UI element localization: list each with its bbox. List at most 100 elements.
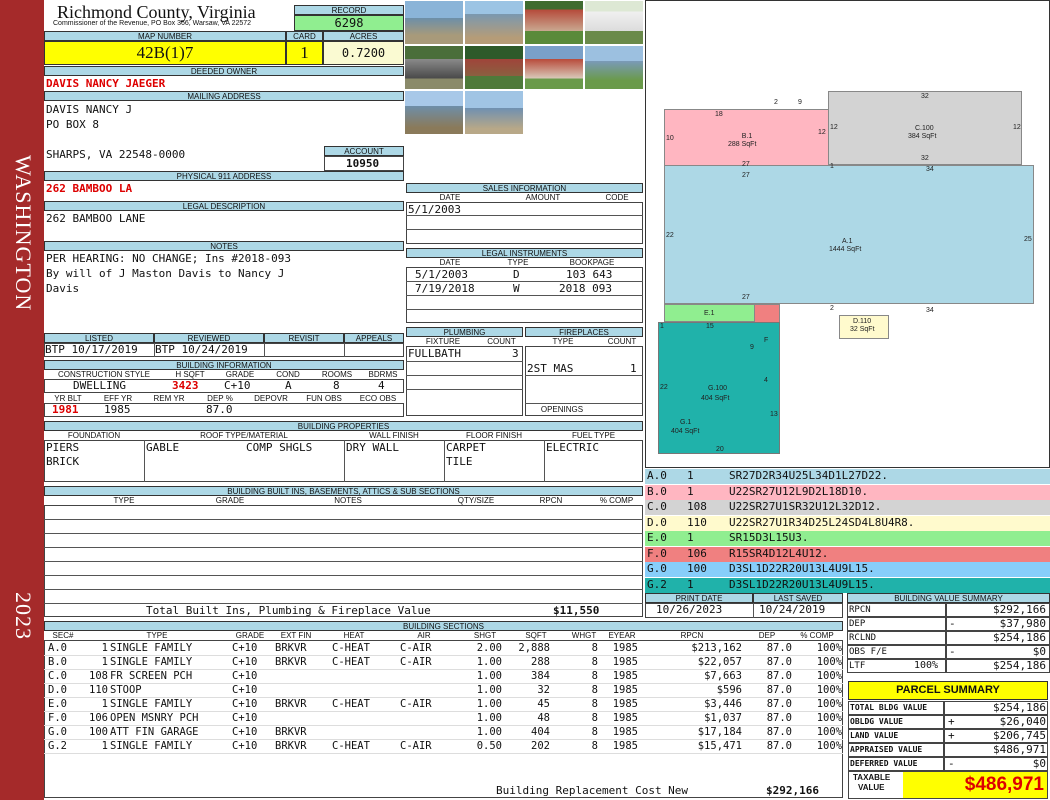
summary-share: 100% <box>914 660 939 671</box>
fuel-type-header: FUEL TYPE <box>571 431 616 440</box>
label-b1-sqft: 288 SqFt <box>728 141 757 148</box>
remodel-year-header: REM YR <box>153 394 185 403</box>
segment-number: 1 <box>687 469 694 482</box>
acres-value: 0.7200 <box>323 41 404 65</box>
foundation-1: PIERS <box>46 441 80 454</box>
section-cell: C-HEAT <box>332 642 370 654</box>
section-cell: $596 <box>716 684 742 696</box>
section-cell: 1.00 <box>476 670 502 682</box>
replacement-cost-label: Building Replacement Cost New <box>496 784 689 797</box>
section-cell: C+10 <box>232 670 258 682</box>
dim: 9 <box>750 344 754 351</box>
mailing-line-1: DAVIS NANCY J <box>46 103 133 116</box>
section-cell: C+10 <box>232 740 258 752</box>
record-label: RECORD <box>294 5 404 15</box>
label-c100: C.100 <box>915 125 934 132</box>
parcel-value: $26,040 <box>999 715 1046 728</box>
dim: 32 <box>921 93 929 100</box>
wall-finish-header: WALL FINISH <box>369 431 419 440</box>
dim: 2 <box>830 305 834 312</box>
depreciation-header: DEP % <box>207 394 233 403</box>
section-cell: 87.0 <box>766 656 792 668</box>
summary-key: RPCN <box>849 605 871 615</box>
label-g100: G.100 <box>708 385 728 392</box>
instrument-2-date: 7/19/2018 <box>415 282 475 295</box>
photo-dock <box>464 0 524 45</box>
owner-name: DAVIS NANCY JAEGER <box>46 77 166 90</box>
section-cell: 45 <box>537 698 550 710</box>
section-cell: C+10 <box>232 698 258 710</box>
bedrooms: 4 <box>378 379 385 392</box>
section-cell: C+10 <box>232 684 258 696</box>
dim: 32 <box>921 155 929 162</box>
section-cell: $17,184 <box>697 726 742 738</box>
section-cell: 1985 <box>612 656 638 668</box>
photo-waterfront <box>524 45 584 90</box>
segment-number: 1 <box>687 531 694 544</box>
floor-plan-sketch: B.1 288 SqFt C.100 384 SqFt A.1 1444 SqF… <box>645 0 1050 468</box>
section-cell: G.2 <box>48 740 67 752</box>
label-c100-sqft: 384 SqFt <box>908 133 937 140</box>
section-cell: 8 <box>591 656 598 668</box>
listed-value: BTP 10/17/2019 <box>45 343 138 356</box>
dim: 20 <box>716 446 724 453</box>
sketch-area-a1 <box>664 165 1034 304</box>
section-cell: 100% <box>816 670 842 682</box>
district-band: WASHINGTON 2023 <box>0 0 44 800</box>
segment-row: D.0 110 U22SR27U1R34D25L24SD4L8U4R8. <box>645 515 1050 532</box>
built-ins-notes-header: NOTES <box>334 496 362 505</box>
label-g1-sqft: 404 SqFt <box>671 428 700 435</box>
effective-year: 1985 <box>104 403 131 416</box>
parcel-key: TOTAL BLDG VALUE <box>850 703 928 712</box>
section-cell: BRKVR <box>275 698 307 710</box>
photo-cars <box>404 45 464 90</box>
section-cell: 87.0 <box>766 726 792 738</box>
plumbing-label: PLUMBING <box>406 327 523 337</box>
section-cell: 2,888 <box>518 642 550 654</box>
section-cell: 87.0 <box>766 670 792 682</box>
segment-number: 108 <box>687 500 707 513</box>
plumbing-count: 3 <box>512 347 519 360</box>
built-ins-type-header: TYPE <box>113 496 135 505</box>
dim: 25 <box>1024 236 1032 243</box>
section-cell: C-AIR <box>400 740 432 752</box>
sale-date: 5/1/2003 <box>408 203 461 216</box>
condition-header: COND <box>276 370 300 379</box>
acres-label: ACRES <box>323 31 404 41</box>
section-cell: E.0 <box>48 698 67 710</box>
section-cell: C+10 <box>232 642 258 654</box>
section-header: RPCN <box>680 631 704 640</box>
section-cell: 404 <box>531 726 550 738</box>
section-header: SQFT <box>525 631 547 640</box>
instrument-1-type: D <box>513 268 520 281</box>
built-ins-total: $11,550 <box>553 604 600 617</box>
label-g1: G.1 <box>680 419 692 426</box>
notes-line-2: By will of J Maston Davis to Nancy J <box>46 267 285 280</box>
dim: 27 <box>742 161 750 168</box>
label-e1: E.1 <box>704 310 715 317</box>
openings-label: OPENINGS <box>540 405 584 414</box>
section-cell: 202 <box>531 740 550 752</box>
photo-boathouse <box>464 90 524 135</box>
dim: 2 <box>774 99 778 106</box>
segment-code: G.0 <box>647 562 667 575</box>
notes-label: NOTES <box>44 241 404 251</box>
summary-sign: - <box>949 617 956 630</box>
fireplace-type-header: TYPE <box>552 337 574 346</box>
instrument-2-bookpage: 2018 093 <box>559 282 612 295</box>
fixture-header: FIXTURE <box>425 337 461 346</box>
summary-value: $254,186 <box>993 659 1046 672</box>
section-row-divider <box>44 753 843 754</box>
segment-number: 1 <box>687 484 694 498</box>
floor-finish-2: TILE <box>446 455 473 468</box>
segment-row: G.0 100 D3SL1D22R20U13L4U9L15. <box>645 562 1050 578</box>
section-cell: 1 <box>101 698 108 710</box>
dim: 12 <box>818 129 826 136</box>
wall-finish: DRY WALL <box>346 441 399 454</box>
section-cell: BRKVR <box>275 656 307 668</box>
summary-value: $37,980 <box>999 617 1046 630</box>
segment-code: F.0 <box>647 546 667 560</box>
instruments-label: LEGAL INSTRUMENTS <box>406 248 643 258</box>
instrument-1-bookpage: 103 643 <box>566 268 613 281</box>
fireplace-count: 1 <box>630 362 637 375</box>
